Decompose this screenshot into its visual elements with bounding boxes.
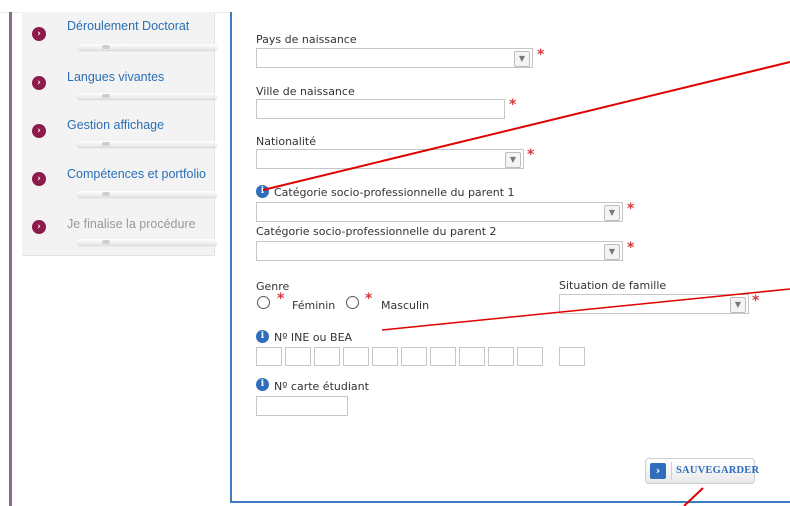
required-mark: * — [509, 97, 517, 113]
sidebar-item-deroulement-doctorat[interactable]: › Déroulement Doctorat — [22, 12, 217, 60]
save-button[interactable]: › SAUVEGARDER — [645, 458, 759, 484]
sidebar-nav: › Déroulement Doctorat › Langues vivante… — [22, 12, 217, 256]
ine-char-input[interactable] — [430, 347, 456, 366]
situation-famille-select[interactable]: ▼ — [559, 294, 749, 314]
nationalite-label: Nationalité — [256, 135, 316, 148]
pays-naissance-label: Pays de naissance — [256, 33, 357, 46]
sidebar-item-label: Gestion affichage — [67, 118, 165, 132]
situation-famille-label: Situation de famille — [559, 279, 667, 292]
pays-naissance-select[interactable]: ▼ — [256, 48, 533, 68]
sidebar-item-label: Déroulement Doctorat — [67, 19, 190, 33]
divider — [77, 239, 217, 245]
ine-char-input[interactable] — [343, 347, 369, 366]
sidebar-item-label: Compétences et portfolio — [67, 167, 206, 181]
required-mark: * — [752, 293, 760, 309]
chevron-right-icon: › — [32, 27, 46, 41]
divider — [77, 191, 217, 197]
left-accent-bar — [9, 12, 12, 506]
button-divider — [671, 462, 672, 480]
required-mark: * — [537, 47, 545, 63]
chevron-down-icon: ▼ — [604, 244, 620, 260]
info-icon[interactable]: i — [256, 185, 269, 198]
ine-char-input[interactable] — [488, 347, 514, 366]
ine-char-input[interactable] — [256, 347, 282, 366]
cat-parent1-select[interactable]: ▼ — [256, 202, 623, 222]
ine-char-input[interactable] — [517, 347, 543, 366]
ine-key-input[interactable] — [559, 347, 585, 366]
ine-char-input[interactable] — [285, 347, 311, 366]
required-mark: * — [277, 291, 285, 307]
ine-label: Nº INE ou BEA — [274, 331, 353, 344]
sidebar-item-gestion-affichage[interactable]: › Gestion affichage — [22, 108, 217, 156]
chevron-right-icon: › — [650, 463, 666, 479]
nationalite-select[interactable]: ▼ — [256, 149, 524, 169]
carte-etudiant-input[interactable] — [256, 396, 348, 416]
ine-char-input[interactable] — [372, 347, 398, 366]
sidebar-item-finalise-procedure: › Je finalise la procédure — [22, 204, 217, 252]
chevron-right-icon: › — [32, 220, 46, 234]
ine-char-input[interactable] — [459, 347, 485, 366]
divider — [77, 93, 217, 99]
ine-char-input[interactable] — [314, 347, 340, 366]
required-mark: * — [527, 147, 535, 163]
ine-char-input[interactable] — [401, 347, 427, 366]
genre-feminin-radio[interactable] — [257, 296, 270, 309]
sidebar-item-label: Je finalise la procédure — [67, 217, 196, 231]
genre-label: Genre — [256, 280, 290, 293]
divider — [77, 141, 217, 147]
info-icon[interactable]: i — [256, 378, 269, 391]
divider — [77, 44, 217, 50]
sidebar-item-label: Langues vivantes — [67, 70, 165, 84]
genre-feminin-label: Féminin — [292, 299, 336, 312]
genre-masculin-label: Masculin — [381, 299, 430, 312]
genre-masculin-radio[interactable] — [346, 296, 359, 309]
ville-naissance-label: Ville de naissance — [256, 85, 355, 98]
required-mark: * — [365, 291, 373, 307]
chevron-right-icon: › — [32, 172, 46, 186]
info-icon[interactable]: i — [256, 330, 269, 343]
carte-etudiant-label: Nº carte étudiant — [274, 380, 369, 393]
save-button-label: SAUVEGARDER — [676, 465, 760, 476]
sidebar-item-competences-portfolio[interactable]: › Compétences et portfolio — [22, 156, 217, 204]
chevron-down-icon: ▼ — [505, 152, 521, 168]
sidebar-item-langues-vivantes[interactable]: › Langues vivantes — [22, 60, 217, 108]
chevron-down-icon: ▼ — [604, 205, 620, 221]
cat-parent2-select[interactable]: ▼ — [256, 241, 623, 261]
chevron-right-icon: › — [32, 124, 46, 138]
required-mark: * — [627, 201, 635, 217]
chevron-down-icon: ▼ — [514, 51, 530, 67]
cat-parent1-label: Catégorie socio-professionnelle du paren… — [274, 186, 515, 199]
ville-naissance-input[interactable] — [256, 99, 505, 119]
chevron-down-icon: ▼ — [730, 297, 746, 313]
required-mark: * — [627, 240, 635, 256]
cat-parent2-label: Catégorie socio-professionnelle du paren… — [256, 225, 497, 238]
chevron-right-icon: › — [32, 76, 46, 90]
